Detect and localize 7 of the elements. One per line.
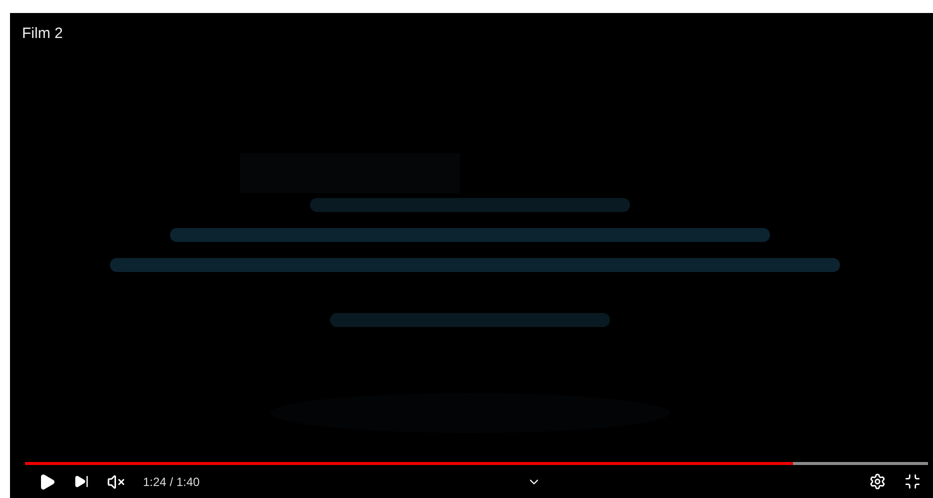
muted-speaker-icon[interactable]: [107, 472, 125, 490]
exit-fullscreen-icon[interactable]: [904, 473, 921, 490]
time-display: 1:24 / 1:40: [143, 474, 200, 488]
skip-icon[interactable]: [74, 474, 89, 489]
play-icon[interactable]: [38, 472, 56, 490]
video-title: Film 2: [22, 25, 63, 42]
settings-icon[interactable]: [869, 473, 886, 490]
